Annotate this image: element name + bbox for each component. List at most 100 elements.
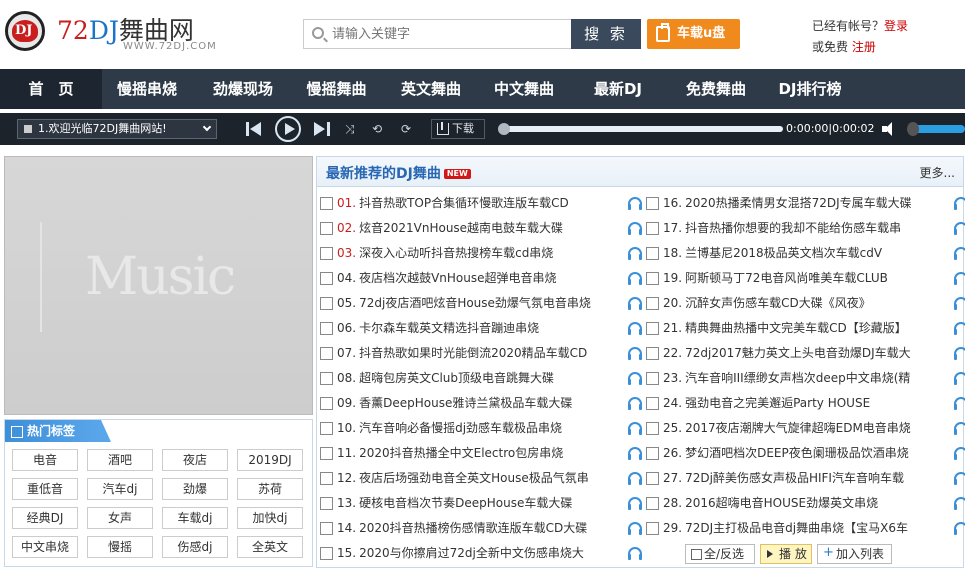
login-link[interactable]: 登录 [884,19,908,33]
song-checkbox[interactable] [646,322,659,335]
song-title-link[interactable]: 08. 超嗨包房英文Club顶级电音跳舞大碟 [337,371,602,386]
song-checkbox[interactable] [320,547,333,560]
song-checkbox[interactable] [320,372,333,385]
tag-item[interactable]: 酒吧 [87,449,153,471]
site-logo[interactable]: DJ 72DJ舞曲网 WWW.72DJ.COM [5,11,216,55]
search-input[interactable] [332,24,562,44]
song-checkbox[interactable] [320,247,333,260]
song-checkbox[interactable] [646,447,659,460]
headphones-icon[interactable] [954,497,965,510]
song-title-link[interactable]: 04. 夜店档次越鼓VnHouse超弹电音串烧 [337,271,602,286]
song-title-link[interactable]: 14. 2020抖音热播榜伤感情歌连版车载CD大碟 [337,521,602,536]
song-checkbox[interactable] [320,497,333,510]
song-checkbox[interactable] [646,397,659,410]
song-title-link[interactable]: 06. 卡尔森车载英文精选抖音蹦迪串烧 [337,321,602,336]
headphones-icon[interactable] [628,547,642,560]
headphones-icon[interactable] [628,522,642,535]
song-checkbox[interactable] [646,422,659,435]
play-button[interactable] [275,116,301,142]
song-title-link[interactable]: 19. 阿斯顿马丁72电音风尚唯美车载CLUB [663,271,928,286]
nav-item-ranking[interactable]: DJ排行榜 [761,69,859,109]
headphones-icon[interactable] [628,322,642,335]
nav-item-chinese[interactable]: 中文舞曲 [483,69,565,109]
song-checkbox[interactable] [320,322,333,335]
car-usb-button[interactable]: 车载u盘 [647,19,740,49]
headphones-icon[interactable] [954,522,965,535]
headphones-icon[interactable] [954,247,965,260]
tag-item[interactable]: 中文串烧 [12,536,78,558]
song-checkbox[interactable] [646,347,659,360]
song-title-link[interactable]: 27. 72Dj醉美伤感女声极品HIFI汽车音响车载 [663,471,928,486]
song-title-link[interactable]: 17. 抖音热播你想要的我却不能给伤感车载串 [663,221,928,236]
song-checkbox[interactable] [320,347,333,360]
tag-item[interactable]: 车载dj [162,507,228,529]
headphones-icon[interactable] [954,347,965,360]
headphones-icon[interactable] [628,372,642,385]
song-checkbox[interactable] [320,272,333,285]
tag-item[interactable]: 经典DJ [12,507,78,529]
tag-item[interactable]: 苏荷 [237,478,303,500]
tag-item[interactable]: 2019DJ [237,449,303,471]
song-title-link[interactable]: 18. 兰博基尼2018极品英文档次车载cdV [663,246,928,261]
play-selected-button[interactable]: 播 放 [760,544,812,564]
volume-icon[interactable] [882,122,896,136]
nav-item-english[interactable]: 英文舞曲 [379,69,483,109]
song-title-link[interactable]: 07. 抖音热歌如果时光能倒流2020精品车载CD [337,346,602,361]
headphones-icon[interactable] [628,497,642,510]
song-title-link[interactable]: 11. 2020抖音热播全中文Electro包房串烧 [337,446,602,461]
song-title-link[interactable]: 29. 72DJ主打极品电音dj舞曲串烧【宝马X6车 [663,521,928,536]
headphones-icon[interactable] [628,272,642,285]
nav-item-manyao-chuanshao[interactable]: 慢摇串烧 [102,69,192,109]
headphones-icon[interactable] [954,272,965,285]
headphones-icon[interactable] [954,397,965,410]
headphones-icon[interactable] [628,197,642,210]
headphones-icon[interactable] [628,447,642,460]
headphones-icon[interactable] [954,472,965,485]
shuffle-icon[interactable]: ⤨ [345,123,355,135]
headphones-icon[interactable] [628,347,642,360]
song-checkbox[interactable] [646,472,659,485]
tag-item[interactable]: 夜店 [162,449,228,471]
song-checkbox[interactable] [320,447,333,460]
song-checkbox[interactable] [320,472,333,485]
headphones-icon[interactable] [954,297,965,310]
song-title-link[interactable]: 23. 汽车音响III缥缈女声档次deep中文串烧(精 [663,371,928,386]
song-title-link[interactable]: 12. 夜店后场强劲电音全英文House极品气氛串 [337,471,602,486]
headphones-icon[interactable] [954,197,965,210]
song-checkbox[interactable] [320,222,333,235]
song-checkbox[interactable] [646,497,659,510]
next-track-button[interactable] [312,119,332,139]
headphones-icon[interactable] [954,372,965,385]
song-title-link[interactable]: 09. 香薰DeepHouse雅诗兰黛极品车载大碟 [337,396,602,411]
song-title-link[interactable]: 25. 2017夜店潮牌大气旋律超嗨EDM电音串烧 [663,421,928,436]
track-select[interactable]: 1.欢迎光临72DJ舞曲网站! [17,119,217,139]
nav-item-latest-dj[interactable]: 最新DJ [565,69,671,109]
song-title-link[interactable]: 13. 硬核电音档次节奏DeepHouse车载大碟 [337,496,602,511]
tag-item[interactable]: 汽车dj [87,478,153,500]
song-title-link[interactable]: 05. 72dj夜店酒吧炫音House劲爆气氛电音串烧 [337,296,602,311]
repeat-icon[interactable]: ⟲ [372,123,382,135]
select-all-button[interactable]: 全/反选 [685,544,755,564]
headphones-icon[interactable] [954,222,965,235]
tag-item[interactable]: 慢摇 [87,536,153,558]
song-checkbox[interactable] [646,272,659,285]
volume-handle[interactable] [907,122,919,136]
register-link[interactable]: 注册 [852,40,876,54]
tag-item[interactable]: 电音 [12,449,78,471]
song-title-link[interactable]: 02. 炫音2021VnHouse越南电鼓车载大碟 [337,221,602,236]
previous-track-button[interactable] [244,119,264,139]
headphones-icon[interactable] [628,397,642,410]
headphones-icon[interactable] [628,247,642,260]
song-checkbox[interactable] [646,247,659,260]
song-title-link[interactable]: 24. 强劲电音之完美邂逅Party HOUSE [663,396,928,411]
headphones-icon[interactable] [628,297,642,310]
song-title-link[interactable]: 22. 72dj2017魅力英文上头电音劲爆DJ车载大 [663,346,928,361]
song-checkbox[interactable] [320,522,333,535]
song-checkbox[interactable] [320,397,333,410]
tag-item[interactable]: 加快dj [237,507,303,529]
headphones-icon[interactable] [954,322,965,335]
song-checkbox[interactable] [646,222,659,235]
song-title-link[interactable]: 21. 精典舞曲热播中文完美车载CD【珍藏版】 [663,321,928,336]
tag-item[interactable]: 劲爆 [162,478,228,500]
song-checkbox[interactable] [646,372,659,385]
